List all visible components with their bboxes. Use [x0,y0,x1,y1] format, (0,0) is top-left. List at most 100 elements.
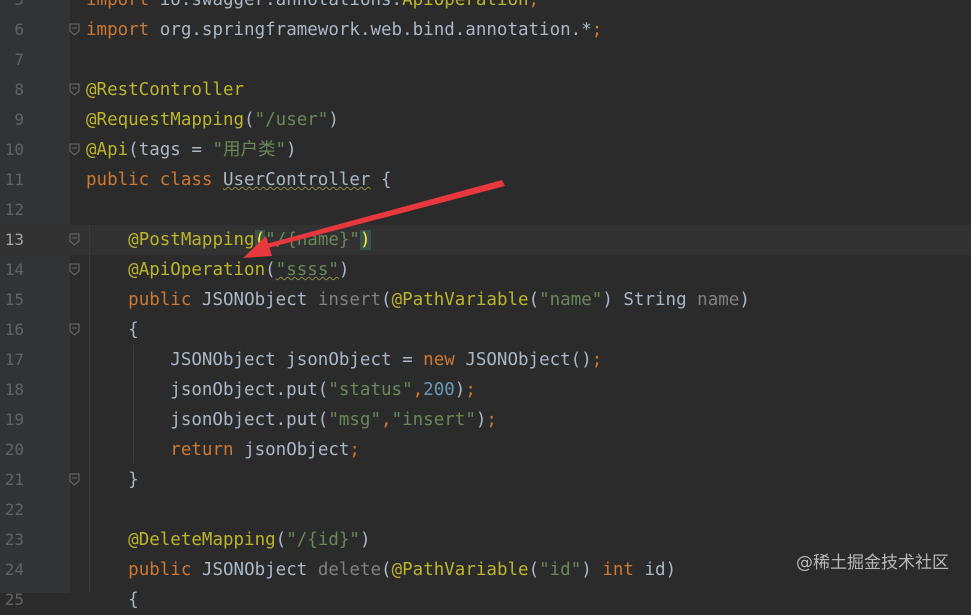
line-number[interactable]: 24 [0,555,24,585]
line-number[interactable]: 9 [0,105,24,135]
code-line[interactable]: 15 public JSONObject insert(@PathVariabl… [0,285,971,315]
code-token: ( [244,110,255,130]
line-number[interactable]: 11 [0,165,24,195]
fold-marker-icon[interactable] [69,263,80,276]
line-number[interactable]: 5 [0,0,24,15]
fold-marker-icon[interactable] [69,83,80,96]
code-token: "/{id}" [286,530,360,550]
code-text[interactable]: import org.springframework.web.bind.anno… [86,15,602,45]
code-token: jsonObject.put( [86,380,329,400]
line-number[interactable]: 17 [0,345,24,375]
code-line[interactable]: 22 [0,495,971,525]
code-text[interactable]: { [86,585,139,615]
code-token: @PostMapping [128,230,255,250]
indent-guide [133,345,134,463]
code-text[interactable]: public class UserController { [86,165,392,195]
line-number[interactable]: 13 [0,225,24,255]
code-text[interactable]: jsonObject.put("status",200); [86,375,476,405]
line-number[interactable]: 6 [0,15,24,45]
code-token: ) [359,230,371,250]
code-line[interactable]: 12 [0,195,971,225]
code-line[interactable]: 18 jsonObject.put("status",200); [0,375,971,405]
line-number[interactable]: 25 [0,585,24,615]
code-token: return [170,440,245,460]
line-number[interactable]: 12 [0,195,24,225]
line-number[interactable]: 23 [0,525,24,555]
fold-marker-icon[interactable] [69,473,80,486]
code-token: jsonObject [244,440,350,460]
code-token: ; [528,0,540,10]
code-line[interactable]: 20 return jsonObject; [0,435,971,465]
code-token: org.springframework.web.bind.annotation.… [159,20,592,40]
line-number[interactable]: 18 [0,375,24,405]
code-token: public [128,560,202,580]
code-line[interactable]: 11 public class UserController { [0,165,971,195]
code-text[interactable]: JSONObject jsonObject = new JSONObject()… [86,345,602,375]
code-line[interactable]: 6 import org.springframework.web.bind.ann… [0,15,971,45]
code-text[interactable]: @DeleteMapping("/{id}") [86,525,370,555]
code-token: JSONObject [201,560,318,580]
code-line[interactable]: 16 { [0,315,971,345]
code-token: (tags = [128,140,213,160]
code-token: ( [275,530,287,550]
fold-marker-icon[interactable] [69,23,80,36]
code-token: @Api [86,140,129,160]
code-token: ) [739,290,750,310]
code-text[interactable]: public JSONObject insert(@PathVariable("… [86,285,750,315]
code-text[interactable]: @ApiOperation("ssss") [86,255,349,285]
code-token: } [86,470,139,490]
line-number[interactable]: 14 [0,255,24,285]
code-token: ) [581,560,603,580]
code-token: UserController [222,170,371,190]
code-text[interactable]: @Api(tags = "用户类") [86,135,297,165]
line-number[interactable]: 21 [0,465,24,495]
code-editor[interactable]: 5 import io.swagger.annotations.ApiOperat… [0,0,971,615]
code-token: public [128,290,202,310]
fold-marker-icon[interactable] [69,143,80,156]
code-token: "name" [539,290,603,310]
code-line[interactable]: 7 [0,45,971,75]
code-line[interactable]: 9 @RequestMapping("/user") [0,105,971,135]
code-line[interactable]: 14 @ApiOperation("ssss") [0,255,971,285]
code-text[interactable]: @RequestMapping("/user") [86,105,339,135]
code-token: @PathVariable [391,290,529,310]
code-line[interactable]: 10 @Api(tags = "用户类") [0,135,971,165]
code-token: delete [317,560,382,580]
code-line[interactable]: 17 JSONObject jsonObject = new JSONObjec… [0,345,971,375]
code-token: insert [317,290,382,310]
code-token: "/user" [254,110,329,130]
code-line[interactable]: 19 jsonObject.put("msg","insert"); [0,405,971,435]
code-text[interactable]: jsonObject.put("msg","insert"); [86,405,497,435]
line-number[interactable]: 10 [0,135,24,165]
code-line[interactable]: 8 @RestController [0,75,971,105]
line-number[interactable]: 8 [0,75,24,105]
line-number[interactable]: 7 [0,45,24,75]
line-number[interactable]: 16 [0,315,24,345]
watermark: @稀土掘金技术社区 [796,553,949,573]
line-number[interactable]: 22 [0,495,24,525]
code-line[interactable]: 5 import io.swagger.annotations.ApiOperat… [0,0,971,15]
code-token: , [381,410,392,430]
code-text[interactable]: @PostMapping("/{name}") [86,225,371,255]
line-number[interactable]: 19 [0,405,24,435]
code-token: ; [486,410,497,430]
line-number[interactable]: 15 [0,285,24,315]
indent-guide [89,225,90,593]
code-token: ( [381,290,392,310]
line-number[interactable]: 20 [0,435,24,465]
fold-marker-icon[interactable] [69,233,80,246]
code-text[interactable]: @RestController [86,75,244,105]
code-line[interactable]: 21 } [0,465,971,495]
code-text[interactable]: import io.swagger.annotations.ApiOperati… [86,0,539,15]
code-line[interactable]: 25 { [0,585,971,615]
fold-marker-icon[interactable] [69,323,80,336]
code-text[interactable]: { [86,315,139,345]
code-text[interactable]: public JSONObject delete(@PathVariable("… [86,555,676,585]
code-text[interactable]: } [86,465,139,495]
code-line[interactable]: 13 @PostMapping("/{name}") [0,225,971,255]
code-text[interactable]: return jsonObject; [86,435,360,465]
code-token: ) String [602,290,698,310]
code-token: new [423,350,466,370]
